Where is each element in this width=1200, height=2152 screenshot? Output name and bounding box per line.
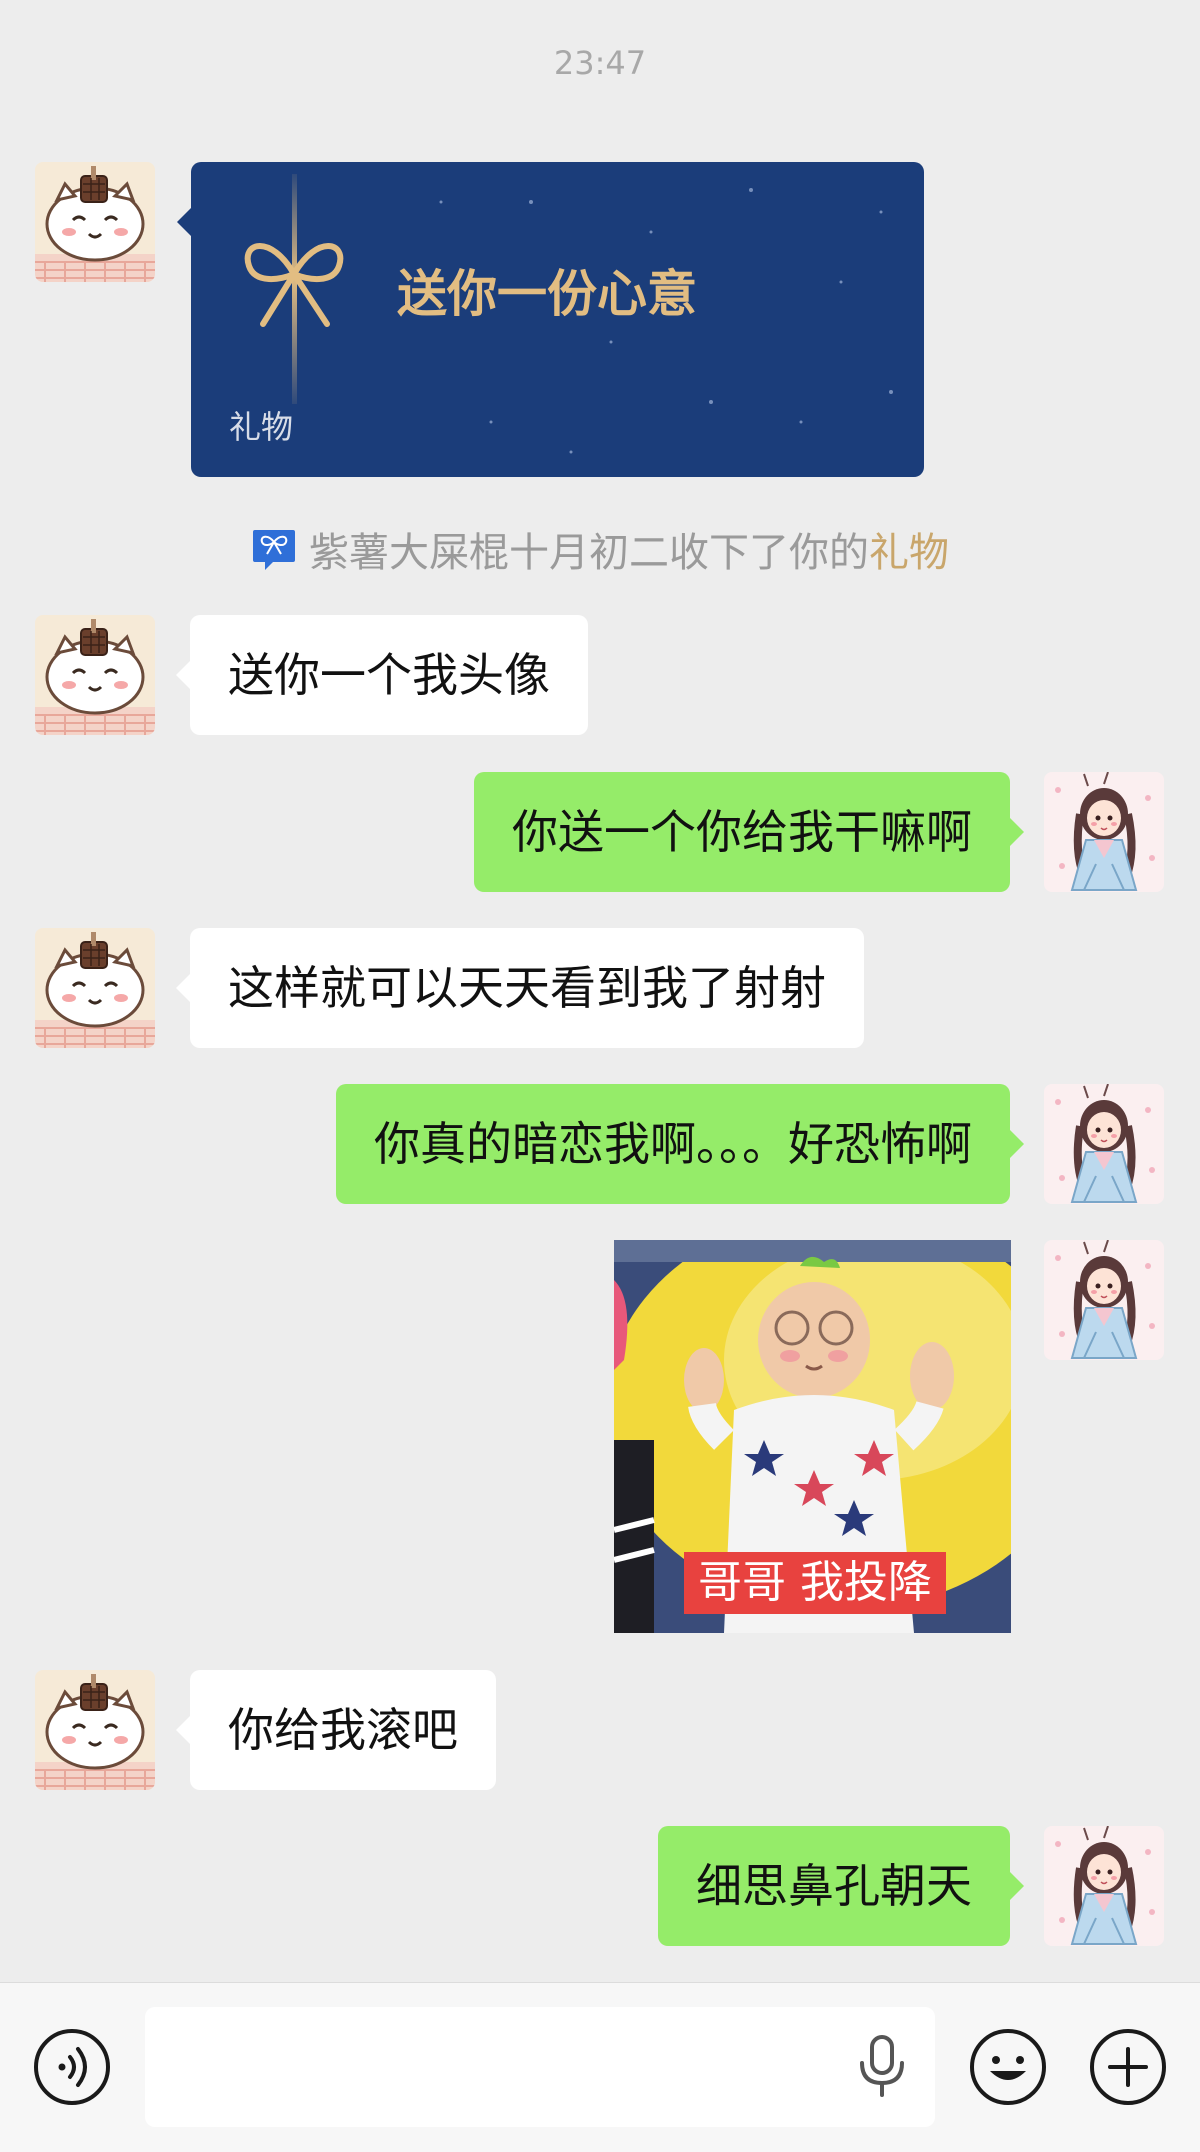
message-input[interactable] <box>145 2007 935 2127</box>
contact-avatar[interactable] <box>35 928 155 1048</box>
input-bar <box>0 1982 1200 2152</box>
gift-title: 送你一份心意 <box>397 265 697 323</box>
message-bubble-sent[interactable]: 你送一个你给我干嘛啊 <box>474 772 1024 892</box>
sticker-caption: 哥哥 我投降 <box>684 1552 946 1614</box>
gift-notice-icon <box>251 528 297 582</box>
contact-avatar[interactable] <box>35 162 155 282</box>
system-notice-text: 紫薯大屎棍十月初二收下了你的 <box>309 530 869 576</box>
gift-card[interactable]: 送你一份心意 礼物 <box>191 162 924 477</box>
emoji-button[interactable] <box>970 2029 1046 2105</box>
mic-icon <box>860 2035 904 2097</box>
message-bubble-sent[interactable]: 细思鼻孔朝天 <box>658 1826 1024 1946</box>
message-bubble-received[interactable]: 送你一个我头像 <box>176 615 588 735</box>
contact-avatar[interactable] <box>35 615 155 735</box>
message-bubble-received[interactable]: 你给我滚吧 <box>176 1670 496 1790</box>
gift-card-tail <box>177 208 191 236</box>
self-avatar[interactable] <box>1044 1826 1164 1946</box>
sticker-image[interactable]: 哥哥 我投降 <box>614 1240 1011 1633</box>
emoji-icon <box>990 2056 1026 2080</box>
voice-toggle-button[interactable] <box>34 2029 110 2105</box>
system-notice: 紫薯大屎棍十月初二收下了你的礼物 <box>0 520 1200 582</box>
message-bubble-sent[interactable]: 你真的暗恋我啊。。。好恐怖啊 <box>336 1084 1024 1204</box>
more-actions-button[interactable] <box>1090 2029 1166 2105</box>
message-bubble-received[interactable]: 这样就可以天天看到我了射射 <box>176 928 864 1048</box>
system-notice-gift-link[interactable]: 礼物 <box>869 530 949 576</box>
self-avatar[interactable] <box>1044 1084 1164 1204</box>
contact-avatar[interactable] <box>35 1670 155 1790</box>
plus-icon <box>1108 2047 1148 2087</box>
voice-icon <box>58 2047 87 2087</box>
mic-button[interactable] <box>855 2033 909 2105</box>
timestamp: 23:47 <box>553 44 647 82</box>
ribbon-bow-icon <box>244 174 344 404</box>
self-avatar[interactable] <box>1044 1240 1164 1360</box>
self-avatar[interactable] <box>1044 772 1164 892</box>
gift-label: 礼物 <box>229 408 294 446</box>
